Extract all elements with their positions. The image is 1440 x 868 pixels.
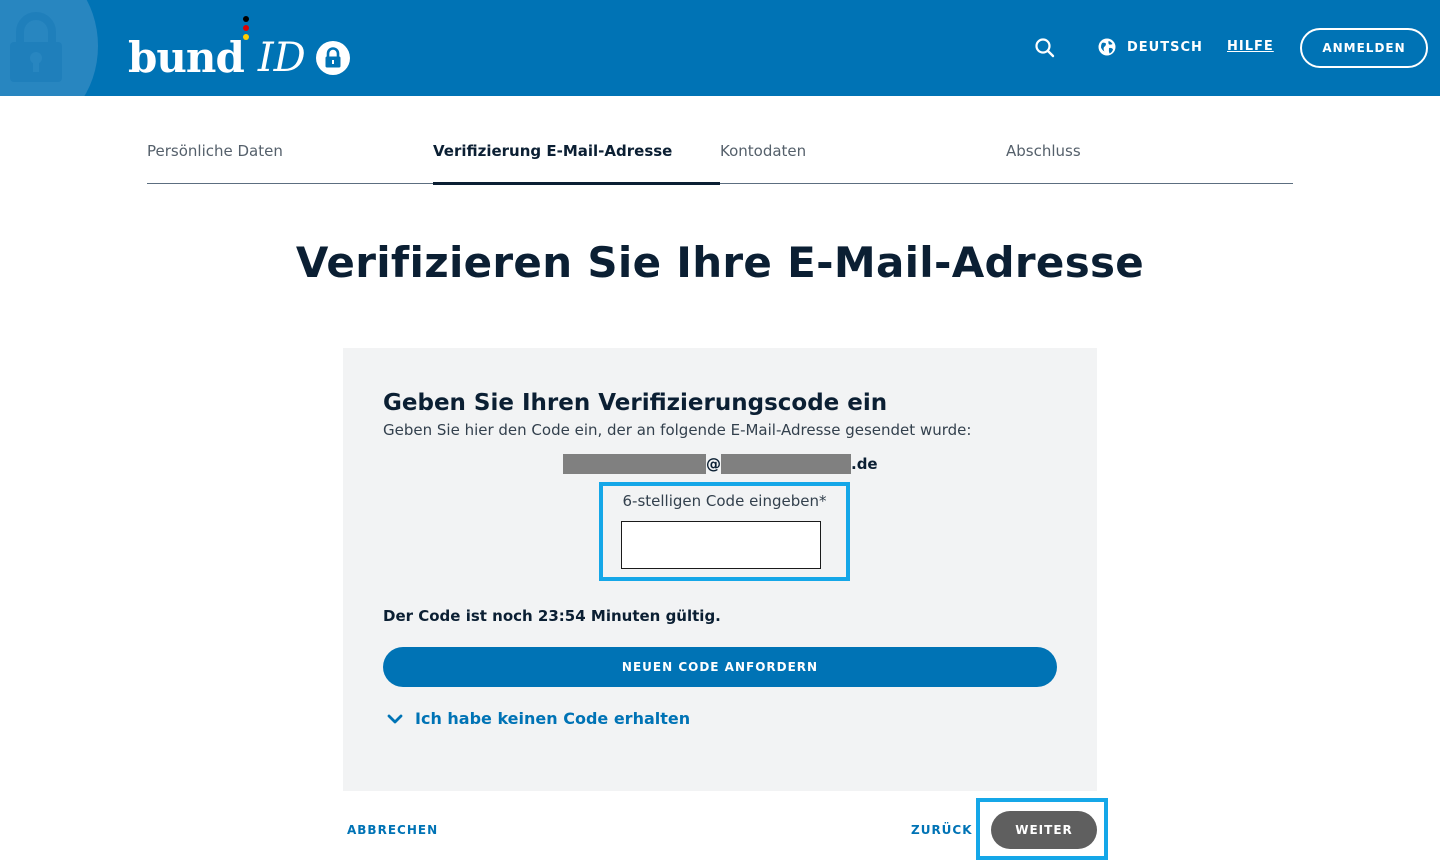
help-link[interactable]: HILFE [1227,39,1274,54]
decorative-lock-icon [10,12,62,82]
code-input-label: 6-stelligen Code eingeben* [622,492,827,510]
email-suffix: .de [851,455,878,473]
email-address: @ .de [563,454,878,474]
logo-flag-dots [243,16,251,48]
card-description: Geben Sie hier den Code ein, der an folg… [383,421,972,439]
back-button[interactable]: ZURÜCK [911,823,973,837]
no-code-received-toggle[interactable]: Ich habe keinen Code erhalten [387,709,690,728]
email-redaction-local [563,454,706,474]
language-selector[interactable]: DEUTSCH [1097,37,1203,57]
login-button[interactable]: ANMELDEN [1300,28,1428,68]
card-title: Geben Sie Ihren Verifizierungscode ein [383,390,888,416]
lock-icon [315,41,350,75]
verification-card: Geben Sie Ihren Verifizierungscode ein G… [343,348,1097,791]
progress-stepper: Persönliche Daten Verifizierung E-Mail-A… [147,128,1293,185]
chevron-down-icon [387,714,403,723]
cancel-button[interactable]: ABBRECHEN [347,823,438,837]
language-label: DEUTSCH [1127,39,1203,55]
globe-icon [1098,38,1116,56]
next-button-highlight: WEITER [976,798,1108,860]
code-validity-text: Der Code ist noch 23:54 Minuten gültig. [383,607,721,625]
step-completion: Abschluss [1006,142,1081,160]
page-title: Verifizieren Sie Ihre E-Mail-Adresse [295,238,1145,287]
step-account-data: Kontodaten [720,142,807,160]
bundid-logo[interactable]: bund ID [128,16,350,82]
email-redaction-domain [721,454,851,474]
site-header: bund ID DEUTSCH HILFE ANMELDEN [0,0,1440,96]
email-at-sign: @ [706,455,721,473]
next-button[interactable]: WEITER [991,811,1097,849]
code-input-highlight: 6-stelligen Code eingeben* [599,482,850,581]
request-new-code-button[interactable]: NEUEN CODE ANFORDERN [383,647,1057,687]
step-personal-data: Persönliche Daten [147,142,283,160]
search-icon[interactable] [1033,36,1057,60]
step-email-verification: Verifizierung E-Mail-Adresse [433,142,673,160]
no-code-received-label: Ich habe keinen Code erhalten [415,709,691,728]
active-step-indicator [433,182,720,185]
logo-id-text: ID [257,35,306,81]
logo-bund-text: bund [128,33,245,82]
verification-code-input[interactable] [621,521,821,569]
